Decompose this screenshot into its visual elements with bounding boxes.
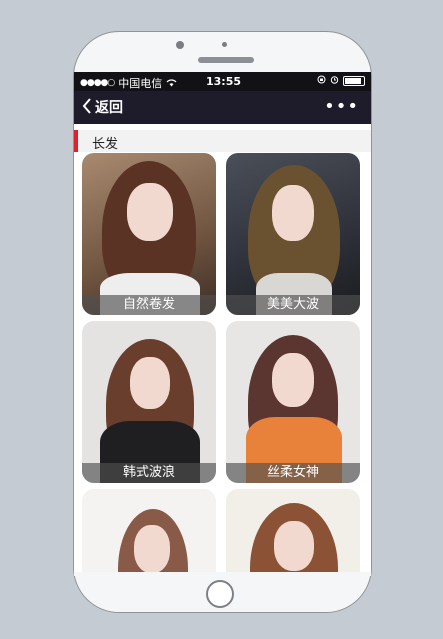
status-left: ●●●●○ 中国电信 <box>80 75 177 91</box>
carrier-label: 中国电信 <box>118 77 163 90</box>
hairstyle-card[interactable]: 丝柔女神 <box>226 321 360 483</box>
status-time: 13:55 <box>206 75 242 88</box>
status-bar: ●●●●○ 中国电信 13:55 <box>74 72 371 91</box>
proximity-sensor <box>222 42 227 47</box>
home-button[interactable] <box>206 580 234 608</box>
front-camera <box>176 41 184 49</box>
more-menu-button[interactable]: ••• <box>324 96 359 117</box>
orientation-lock-icon <box>317 75 326 87</box>
section-title: 长发 <box>92 137 119 152</box>
hairstyle-photo <box>226 153 360 315</box>
hairstyle-caption: 自然卷发 <box>82 295 216 315</box>
hairstyle-caption: 韩式波浪 <box>82 463 216 483</box>
hairstyle-photo <box>82 489 216 572</box>
hairstyle-photo <box>82 153 216 315</box>
hairstyle-card[interactable] <box>82 489 216 572</box>
hairstyle-card[interactable] <box>226 489 360 572</box>
hairstyle-caption: 美美大波 <box>226 295 360 315</box>
wifi-icon <box>166 77 177 90</box>
battery-icon <box>343 76 365 86</box>
hairstyle-photo <box>226 321 360 483</box>
hairstyle-photo <box>82 321 216 483</box>
hairstyle-card[interactable]: 美美大波 <box>226 153 360 315</box>
section-accent-bar <box>74 130 78 152</box>
status-right <box>317 75 365 87</box>
hairstyle-card[interactable]: 韩式波浪 <box>82 321 216 483</box>
earpiece-speaker <box>198 57 254 63</box>
hairstyle-grid: 自然卷发 美美大波 韩式波浪 丝柔女神 <box>82 153 362 572</box>
nav-bar: 返回 ••• <box>74 91 371 124</box>
signal-icon: ●●●●○ <box>80 78 115 88</box>
alarm-icon <box>330 75 339 87</box>
hairstyle-caption: 丝柔女神 <box>226 463 360 483</box>
section-header: 长发 <box>74 130 371 152</box>
chevron-left-icon <box>82 97 92 117</box>
back-button[interactable]: 返回 <box>82 97 123 117</box>
screen-bottom-mask <box>74 572 371 576</box>
back-label: 返回 <box>95 100 123 116</box>
hairstyle-photo <box>226 489 360 572</box>
hairstyle-card[interactable]: 自然卷发 <box>82 153 216 315</box>
